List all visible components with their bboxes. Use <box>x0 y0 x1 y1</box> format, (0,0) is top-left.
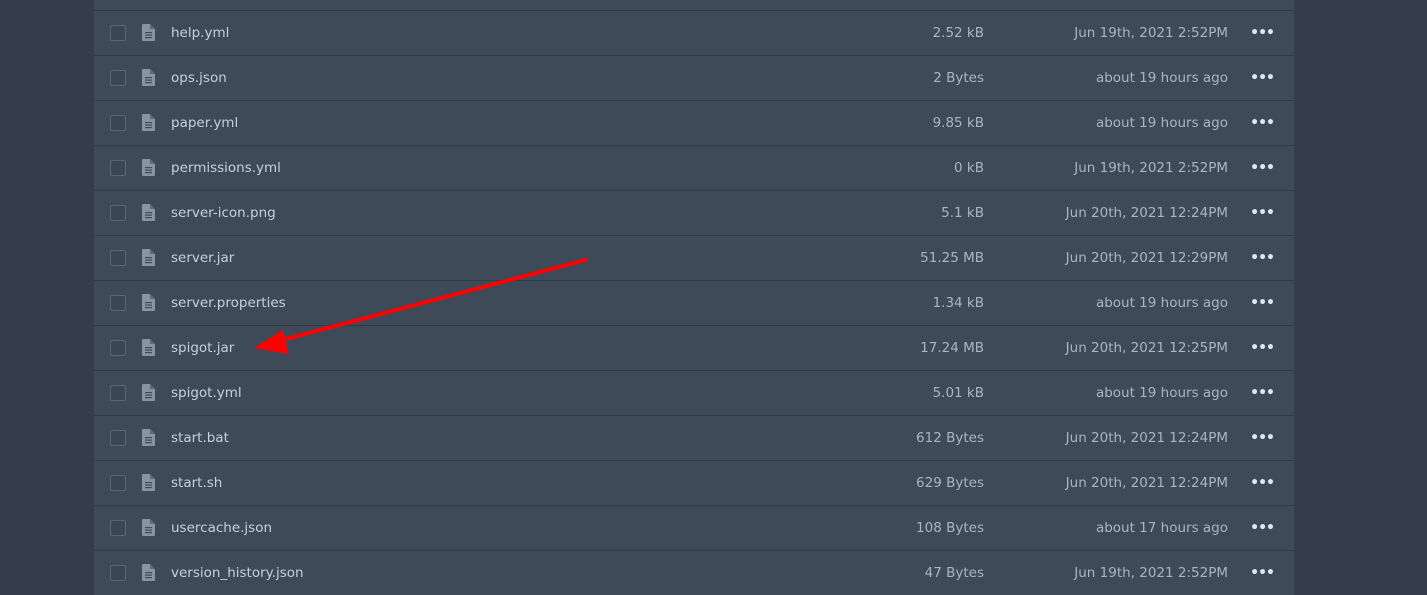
file-icon <box>142 564 155 585</box>
file-name[interactable]: spigot.yml <box>171 385 242 401</box>
file-row[interactable]: spigot.yml 5.01 kB about 19 hours ago ••… <box>94 370 1294 415</box>
select-checkbox[interactable] <box>110 295 126 311</box>
file-name[interactable]: start.sh <box>171 475 222 491</box>
file-size: 9.85 kB <box>932 115 984 131</box>
file-modified-date: Jun 20th, 2021 12:24PM <box>1065 475 1228 491</box>
file-modified-date: Jun 20th, 2021 12:24PM <box>1065 430 1228 446</box>
file-icon <box>142 204 155 225</box>
more-options-icon[interactable]: ••• <box>1250 25 1275 41</box>
file-row[interactable]: spigot.jar 17.24 MB Jun 20th, 2021 12:25… <box>94 325 1294 370</box>
file-modified-date: about 19 hours ago <box>1095 115 1228 131</box>
more-options-icon[interactable]: ••• <box>1250 205 1275 221</box>
file-modified-date: Jun 19th, 2021 2:52PM <box>1074 160 1228 176</box>
select-checkbox[interactable] <box>110 205 126 221</box>
file-size: 1.34 kB <box>932 295 984 311</box>
file-icon <box>142 429 155 450</box>
select-checkbox[interactable] <box>110 475 126 491</box>
file-modified-date: about 19 hours ago <box>1095 70 1228 86</box>
file-modified-date: about 19 hours ago <box>1095 295 1228 311</box>
file-list: help.yml 2.52 kB Jun 19th, 2021 2:52PM •… <box>94 0 1294 595</box>
file-icon <box>142 339 155 360</box>
file-size: 17.24 MB <box>920 340 984 356</box>
file-name[interactable]: usercache.json <box>171 520 272 536</box>
file-name[interactable]: server-icon.png <box>171 205 276 221</box>
select-checkbox[interactable] <box>110 430 126 446</box>
more-options-icon[interactable]: ••• <box>1250 160 1275 176</box>
file-size: 47 Bytes <box>924 565 984 581</box>
file-row[interactable]: server.jar 51.25 MB Jun 20th, 2021 12:29… <box>94 235 1294 280</box>
file-modified-date: about 19 hours ago <box>1095 385 1228 401</box>
file-name[interactable]: help.yml <box>171 25 229 41</box>
select-checkbox[interactable] <box>110 115 126 131</box>
file-size: 5.01 kB <box>932 385 984 401</box>
file-modified-date: about 17 hours ago <box>1095 520 1228 536</box>
more-options-icon[interactable]: ••• <box>1250 340 1275 356</box>
file-size: 51.25 MB <box>920 250 984 266</box>
select-checkbox[interactable] <box>110 565 126 581</box>
file-modified-date: Jun 19th, 2021 2:52PM <box>1074 565 1228 581</box>
file-row[interactable] <box>94 0 1294 10</box>
select-checkbox[interactable] <box>110 250 126 266</box>
file-icon <box>142 69 155 90</box>
file-row[interactable]: paper.yml 9.85 kB about 19 hours ago ••• <box>94 100 1294 145</box>
file-name[interactable]: permissions.yml <box>171 160 281 176</box>
file-name[interactable]: ops.json <box>171 70 227 86</box>
more-options-icon[interactable]: ••• <box>1250 295 1275 311</box>
file-modified-date: Jun 20th, 2021 12:29PM <box>1065 250 1228 266</box>
file-icon <box>142 24 155 45</box>
file-modified-date: Jun 20th, 2021 12:24PM <box>1065 205 1228 221</box>
more-options-icon[interactable]: ••• <box>1250 475 1275 491</box>
file-row[interactable]: ops.json 2 Bytes about 19 hours ago ••• <box>94 55 1294 100</box>
more-options-icon[interactable]: ••• <box>1250 70 1275 86</box>
file-size: 2.52 kB <box>932 25 984 41</box>
file-row[interactable]: server.properties 1.34 kB about 19 hours… <box>94 280 1294 325</box>
file-name[interactable]: version_history.json <box>171 565 304 581</box>
file-row[interactable]: server-icon.png 5.1 kB Jun 20th, 2021 12… <box>94 190 1294 235</box>
file-row[interactable]: permissions.yml 0 kB Jun 19th, 2021 2:52… <box>94 145 1294 190</box>
file-size: 0 kB <box>954 160 984 176</box>
more-options-icon[interactable]: ••• <box>1250 385 1275 401</box>
file-name[interactable]: start.bat <box>171 430 229 446</box>
file-icon <box>142 519 155 540</box>
more-options-icon[interactable]: ••• <box>1250 565 1275 581</box>
file-name[interactable]: server.properties <box>171 295 286 311</box>
file-modified-date: Jun 20th, 2021 12:25PM <box>1065 340 1228 356</box>
file-row[interactable]: version_history.json 47 Bytes Jun 19th, … <box>94 550 1294 595</box>
file-icon <box>142 474 155 495</box>
file-name[interactable]: server.jar <box>171 250 234 266</box>
file-name[interactable]: spigot.jar <box>171 340 234 356</box>
file-row[interactable]: usercache.json 108 Bytes about 17 hours … <box>94 505 1294 550</box>
more-options-icon[interactable]: ••• <box>1250 250 1275 266</box>
select-checkbox[interactable] <box>110 340 126 356</box>
file-icon <box>142 384 155 405</box>
select-checkbox[interactable] <box>110 385 126 401</box>
select-checkbox[interactable] <box>110 25 126 41</box>
more-options-icon[interactable]: ••• <box>1250 430 1275 446</box>
file-icon <box>142 294 155 315</box>
file-icon <box>142 159 155 180</box>
file-row[interactable]: start.sh 629 Bytes Jun 20th, 2021 12:24P… <box>94 460 1294 505</box>
file-icon <box>142 249 155 270</box>
file-name[interactable]: paper.yml <box>171 115 238 131</box>
file-size: 612 Bytes <box>916 430 984 446</box>
more-options-icon[interactable]: ••• <box>1250 115 1275 131</box>
select-checkbox[interactable] <box>110 520 126 536</box>
file-modified-date: Jun 19th, 2021 2:52PM <box>1074 25 1228 41</box>
select-checkbox[interactable] <box>110 70 126 86</box>
file-size: 5.1 kB <box>941 205 984 221</box>
file-row[interactable]: help.yml 2.52 kB Jun 19th, 2021 2:52PM •… <box>94 10 1294 55</box>
more-options-icon[interactable]: ••• <box>1250 520 1275 536</box>
select-checkbox[interactable] <box>110 160 126 176</box>
file-row[interactable]: start.bat 612 Bytes Jun 20th, 2021 12:24… <box>94 415 1294 460</box>
file-size: 2 Bytes <box>933 70 984 86</box>
file-icon <box>142 114 155 135</box>
file-size: 108 Bytes <box>916 520 984 536</box>
file-size: 629 Bytes <box>916 475 984 491</box>
